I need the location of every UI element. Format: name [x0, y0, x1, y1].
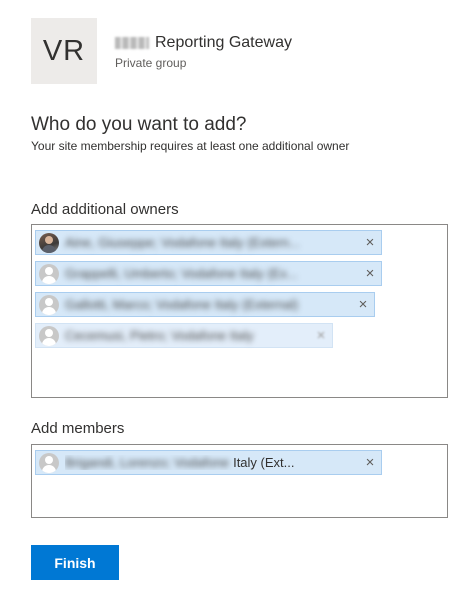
close-icon[interactable]: ×: [359, 454, 381, 471]
person-placeholder-icon: [39, 294, 59, 315]
owner-pill: Gallotti, Marco; Vodafone Italy (Externa…: [35, 292, 375, 317]
member-pill: Brigandi, Lorenzo; Vodafone Italy (Ext..…: [35, 450, 382, 475]
group-name-text: Reporting Gateway: [155, 34, 292, 51]
group-info: Reporting Gateway Private group: [115, 34, 292, 70]
close-icon[interactable]: ×: [359, 234, 381, 251]
owner-pill: Grappelli, Umberto; Vodafone Italy (Ex..…: [35, 261, 382, 286]
page-title: Who do you want to add?: [31, 114, 247, 135]
owners-picker[interactable]: Aine, Giuseppe; Vodafone Italy (Extern..…: [31, 224, 448, 398]
close-icon[interactable]: ×: [310, 327, 332, 344]
person-placeholder-icon: [39, 263, 59, 284]
member-name: Brigandi, Lorenzo; Vodafone Italy (Ext..…: [65, 455, 359, 470]
owner-pill: Cecemusi, Pietro; Vodafone Italy ×: [35, 323, 333, 348]
members-label: Add members: [31, 420, 125, 437]
close-icon[interactable]: ×: [352, 296, 374, 313]
add-prompt: Who do you want to add? Your site member…: [31, 114, 349, 153]
owners-label: Add additional owners: [31, 201, 179, 218]
person-placeholder-icon: [39, 325, 59, 346]
finish-button[interactable]: Finish: [31, 545, 119, 580]
group-header: VR Reporting Gateway Private group: [31, 18, 292, 84]
member-name-visible: Italy (Ext...: [233, 455, 295, 470]
group-initials: VR: [42, 34, 86, 67]
close-icon[interactable]: ×: [359, 265, 381, 282]
owner-name: Gallotti, Marco; Vodafone Italy (Externa…: [65, 297, 299, 312]
owner-name: Aine, Giuseppe; Vodafone Italy (Extern..…: [65, 235, 300, 250]
owner-name: Grappelli, Umberto; Vodafone Italy (Ex..…: [65, 266, 298, 281]
redacted-prefix: [115, 37, 149, 49]
group-type: Private group: [115, 56, 187, 70]
owner-name: Cecemusi, Pietro; Vodafone Italy: [65, 328, 254, 343]
person-photo-avatar: [39, 232, 59, 253]
group-name: Reporting Gateway: [115, 34, 292, 52]
group-avatar: VR: [31, 18, 97, 84]
owner-pill: Aine, Giuseppe; Vodafone Italy (Extern..…: [35, 230, 382, 255]
member-name-redacted: Brigandi, Lorenzo; Vodafone: [65, 455, 230, 470]
person-placeholder-icon: [39, 452, 59, 473]
page-subtitle: Your site membership requires at least o…: [31, 139, 350, 153]
members-picker[interactable]: Brigandi, Lorenzo; Vodafone Italy (Ext..…: [31, 444, 448, 518]
